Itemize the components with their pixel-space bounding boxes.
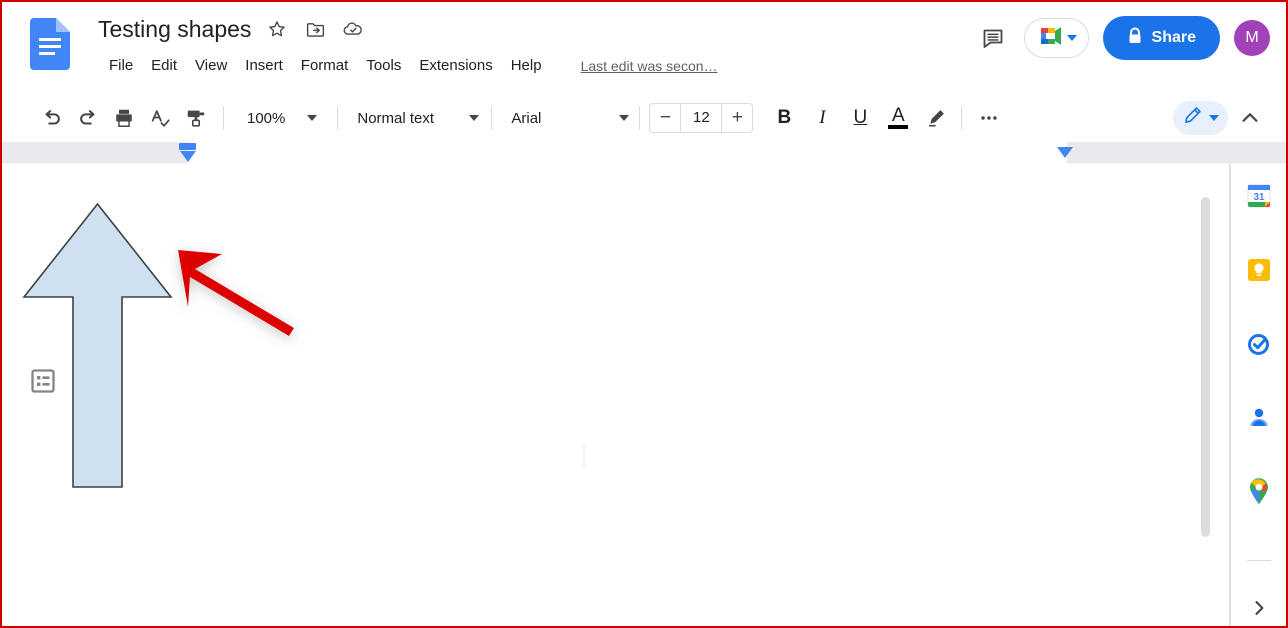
spellcheck-icon[interactable] <box>142 100 178 136</box>
font-size-increase-button[interactable]: + <box>722 104 752 132</box>
page-title[interactable]: Testing shapes <box>98 14 251 44</box>
menu-item-edit[interactable]: Edit <box>142 55 186 76</box>
chevron-down-icon <box>469 115 480 121</box>
italic-button[interactable]: I <box>803 100 841 136</box>
text-color-swatch <box>888 125 909 129</box>
text-color-button[interactable]: A <box>879 100 917 136</box>
lock-icon <box>1127 27 1143 50</box>
google-meet-icon <box>1038 25 1064 52</box>
side-panel: 31 <box>1230 164 1286 626</box>
underline-button[interactable]: U <box>841 100 879 136</box>
last-edit-status[interactable]: Last edit was secon… <box>581 58 718 74</box>
document-canvas[interactable] <box>2 164 1230 626</box>
toolbar-right-group <box>1173 100 1268 136</box>
paragraph-style-value: Normal text <box>357 109 435 127</box>
cloud-saved-icon[interactable] <box>341 17 365 41</box>
expand-side-panel-icon[interactable] <box>1239 589 1279 626</box>
menu-item-view[interactable]: View <box>186 55 236 76</box>
menu-item-extensions[interactable]: Extensions <box>410 55 501 76</box>
document-shapes <box>2 164 522 509</box>
chevron-down-icon <box>1209 115 1219 121</box>
menu-item-help[interactable]: Help <box>502 55 551 76</box>
google-docs-icon[interactable] <box>30 18 70 70</box>
ruler[interactable] <box>2 142 1286 164</box>
google-calendar-icon[interactable]: 31 <box>1239 178 1279 215</box>
avatar-initial: M <box>1245 29 1259 46</box>
share-button[interactable]: Share <box>1102 16 1220 60</box>
star-icon[interactable] <box>265 17 289 41</box>
underline-label: U <box>853 107 868 128</box>
font-size-input[interactable]: 12 <box>680 104 723 132</box>
font-size-decrease-button[interactable]: − <box>650 104 680 132</box>
toolbar-divider <box>639 106 641 130</box>
left-indent-handle[interactable] <box>179 151 196 162</box>
calendar-badge-text: 31 <box>1253 192 1265 203</box>
highlight-pen-icon[interactable] <box>917 100 955 136</box>
bold-label: B <box>777 107 792 128</box>
header-actions: Share M <box>976 16 1270 60</box>
google-tasks-icon[interactable] <box>1239 325 1279 362</box>
google-maps-icon[interactable] <box>1239 473 1279 510</box>
up-arrow-shape <box>22 202 173 488</box>
formatting-toolbar: 100% Normal text Arial − 12 + B I U A <box>2 94 1286 142</box>
undo-icon[interactable] <box>34 100 70 136</box>
document-title-row: Testing shapes <box>98 14 365 44</box>
ruler-page-area <box>188 142 1067 164</box>
font-family-value: Arial <box>511 109 542 127</box>
google-meet-button[interactable] <box>1023 18 1089 58</box>
italic-label: I <box>819 107 826 128</box>
google-docs-window: Testing shapes File Edit View Insert For… <box>2 2 1286 626</box>
first-line-indent-handle[interactable] <box>179 143 196 150</box>
vertical-scrollbar-thumb[interactable] <box>1201 197 1210 537</box>
share-button-label: Share <box>1151 29 1196 46</box>
move-to-folder-icon[interactable] <box>303 17 327 41</box>
menu-bar: File Edit View Insert Format Tools Exten… <box>100 55 718 76</box>
editing-mode-button[interactable] <box>1173 101 1228 135</box>
text-color-label: A <box>892 105 905 126</box>
paint-format-icon[interactable] <box>178 100 214 136</box>
font-family-dropdown[interactable]: Arial <box>501 102 633 134</box>
collapse-toolbar-icon[interactable] <box>1232 100 1268 136</box>
bold-button[interactable]: B <box>765 100 803 136</box>
toolbar-divider <box>223 106 224 130</box>
sidebar-divider <box>1246 560 1271 562</box>
toolbar-divider <box>961 106 963 130</box>
paragraph-style-dropdown[interactable]: Normal text <box>347 102 483 134</box>
document-body: 31 <box>2 164 1286 626</box>
menu-item-insert[interactable]: Insert <box>236 55 292 76</box>
red-annotation-arrow <box>178 250 294 336</box>
right-indent-marker[interactable] <box>1057 147 1073 158</box>
google-contacts-icon[interactable] <box>1239 399 1279 436</box>
app-header: Testing shapes File Edit View Insert For… <box>2 2 1286 94</box>
avatar[interactable]: M <box>1234 20 1270 56</box>
zoom-value: 100% <box>247 109 286 127</box>
zoom-dropdown[interactable]: 100% <box>233 102 321 134</box>
comment-icon[interactable] <box>976 21 1010 55</box>
menu-item-format[interactable]: Format <box>292 55 358 76</box>
toolbar-divider <box>337 106 339 130</box>
chevron-down-icon <box>307 115 318 121</box>
toolbar-divider <box>491 106 493 130</box>
print-icon[interactable] <box>106 100 142 136</box>
text-ibeam-cursor <box>577 445 591 472</box>
font-size-stepper: − 12 + <box>649 103 754 133</box>
left-indent-marker[interactable] <box>179 143 196 162</box>
menu-item-file[interactable]: File <box>100 55 142 76</box>
menu-item-tools[interactable]: Tools <box>357 55 410 76</box>
google-keep-icon[interactable] <box>1239 252 1279 289</box>
redo-icon[interactable] <box>70 100 106 136</box>
pencil-edit-icon <box>1182 105 1203 131</box>
chevron-down-icon <box>619 115 630 121</box>
more-options-icon[interactable] <box>971 100 1007 136</box>
chevron-down-icon <box>1066 35 1077 41</box>
